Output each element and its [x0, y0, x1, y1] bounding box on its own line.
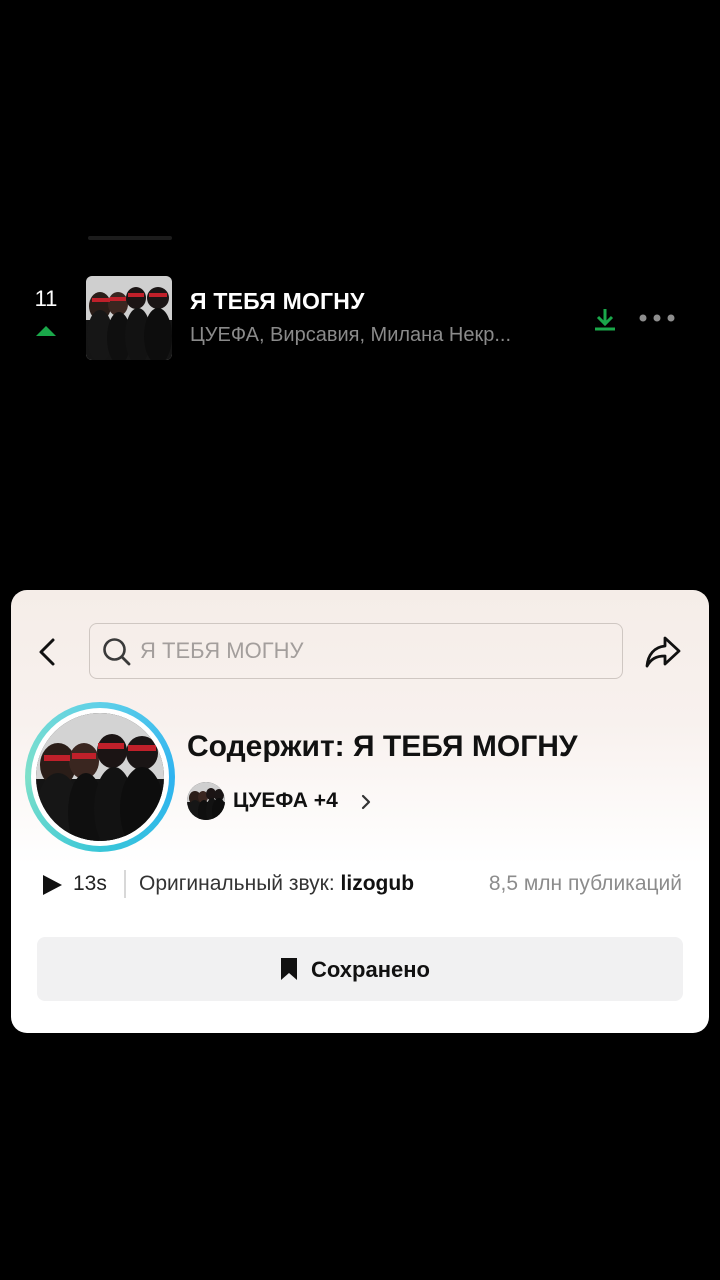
- sound-card: Содержит: Я ТЕБЯ МОГНУ ЦУЕФА +4: [11, 590, 709, 1033]
- back-arrow-icon[interactable]: [33, 632, 63, 672]
- original-sound-author: lizogub: [340, 872, 415, 895]
- search-icon: [102, 637, 132, 667]
- screen: 11 Я ТЕБЯ МОГНУ ЦУЕФА, Вирсавия, Милана …: [0, 0, 720, 1280]
- bookmark-icon: [279, 957, 299, 981]
- sound-meta-row: 13s Оригинальный звук: lizogub 8,5 млн п…: [41, 868, 701, 902]
- artist-avatar: [187, 782, 225, 820]
- track-rank: 11: [34, 286, 58, 311]
- saved-label: Сохранено: [311, 957, 430, 982]
- more-icon[interactable]: [636, 306, 678, 330]
- original-sound[interactable]: Оригинальный звук: lizogub: [139, 872, 414, 896]
- meta-divider: [124, 870, 126, 898]
- share-icon[interactable]: [643, 634, 683, 670]
- search-input[interactable]: [140, 624, 600, 677]
- chevron-right-icon: [359, 792, 373, 812]
- track-cover-image[interactable]: [86, 276, 172, 360]
- original-sound-prefix: Оригинальный звук:: [139, 872, 341, 895]
- sound-cover-image: [36, 713, 164, 841]
- trend-up-icon: [36, 326, 56, 336]
- artist-name: ЦУЕФА +4: [233, 789, 338, 812]
- sound-avatar[interactable]: [25, 702, 175, 852]
- sound-duration: 13s: [73, 872, 107, 895]
- saved-button[interactable]: Сохранено: [37, 937, 683, 1001]
- download-icon[interactable]: [590, 304, 620, 334]
- track-title: Я ТЕБЯ МОГНУ: [190, 288, 365, 314]
- avatar-border: [31, 708, 169, 846]
- post-count: 8,5 млн публикаций: [488, 872, 682, 895]
- sound-title: Содержит: Я ТЕБЯ МОГНУ: [187, 730, 578, 763]
- track-artists: ЦУЕФА, Вирсавия, Милана Некр...: [190, 324, 512, 346]
- scroll-divider: [88, 236, 172, 240]
- search-bar[interactable]: [89, 623, 623, 679]
- play-icon[interactable]: [41, 874, 63, 896]
- chart-track-row[interactable]: 11 Я ТЕБЯ МОГНУ ЦУЕФА, Вирсавия, Милана …: [0, 270, 720, 370]
